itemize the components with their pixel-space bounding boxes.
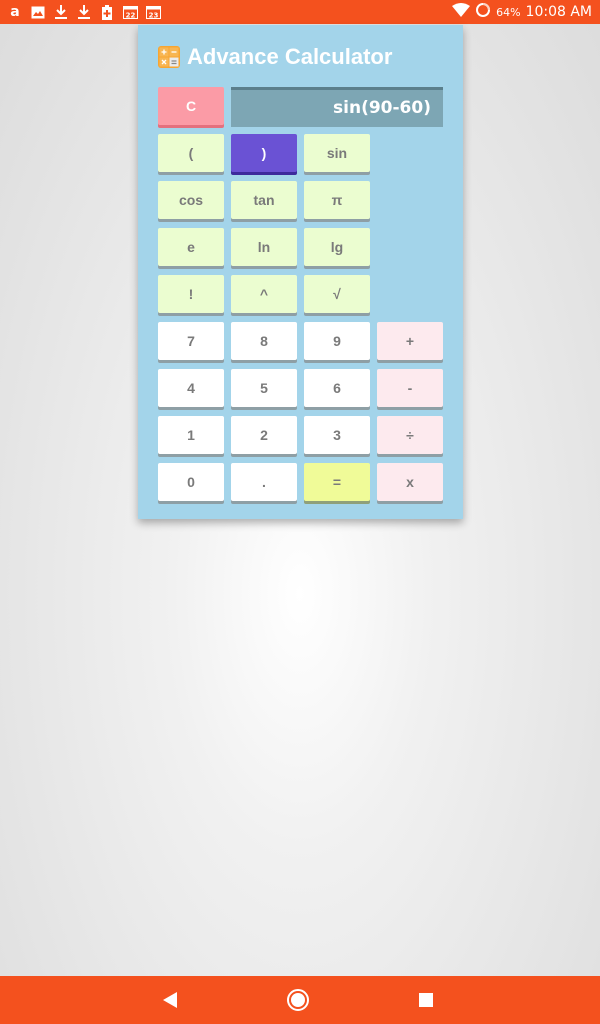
expression-display: sin(90-60) — [231, 87, 443, 127]
calendar-day-label: 22 — [125, 12, 135, 20]
tan-button[interactable]: tan — [231, 181, 297, 219]
image-icon — [29, 3, 47, 21]
digit-8-button[interactable]: 8 — [231, 322, 297, 360]
back-triangle-icon — [163, 992, 177, 1008]
power-button[interactable]: ^ — [231, 275, 297, 313]
calendar-day-label: 23 — [148, 12, 158, 20]
digit-6-button[interactable]: 6 — [304, 369, 370, 407]
recents-square-icon — [419, 993, 433, 1007]
recent-apps-button[interactable] — [402, 976, 450, 1024]
right-paren-button[interactable]: ) — [231, 134, 297, 172]
equals-button[interactable]: = — [304, 463, 370, 501]
app-title: Advance Calculator — [187, 44, 393, 69]
factorial-button[interactable]: ! — [158, 275, 224, 313]
digit-0-button[interactable]: 0 — [158, 463, 224, 501]
digit-2-button[interactable]: 2 — [231, 416, 297, 454]
cos-button[interactable]: cos — [158, 181, 224, 219]
calculator-app-icon — [158, 46, 180, 68]
left-paren-button[interactable]: ( — [158, 134, 224, 172]
digit-3-button[interactable]: 3 — [304, 416, 370, 454]
home-button[interactable] — [274, 976, 322, 1024]
download-icon — [75, 3, 93, 21]
minus-button[interactable]: - — [377, 369, 443, 407]
digit-4-button[interactable]: 4 — [158, 369, 224, 407]
digit-1-button[interactable]: 1 — [158, 416, 224, 454]
digit-9-button[interactable]: 9 — [304, 322, 370, 360]
digit-7-button[interactable]: 7 — [158, 322, 224, 360]
status-right: 64% 10:08 AM — [452, 0, 592, 24]
calculator-panel: Advance Calculator C sin(90-60) ( ) sin … — [138, 25, 463, 519]
sqrt-button[interactable]: √ — [304, 275, 370, 313]
sin-button[interactable]: sin — [304, 134, 370, 172]
back-button[interactable] — [146, 976, 194, 1024]
pi-button[interactable]: π — [304, 181, 370, 219]
download-icon — [52, 3, 70, 21]
lg-button[interactable]: lg — [304, 228, 370, 266]
navigation-bar — [0, 976, 600, 1024]
plus-button[interactable]: + — [377, 322, 443, 360]
battery-charging-icon — [475, 2, 491, 22]
digit-5-button[interactable]: 5 — [231, 369, 297, 407]
battery-percentage: 64% — [496, 5, 521, 19]
divide-button[interactable]: ÷ — [377, 416, 443, 454]
ln-button[interactable]: ln — [231, 228, 297, 266]
multiply-button[interactable]: x — [377, 463, 443, 501]
status-time: 10:08 AM — [525, 4, 592, 20]
calendar-23-icon: 23 — [144, 3, 162, 21]
decimal-button[interactable]: . — [231, 463, 297, 501]
amazon-icon: a — [10, 4, 20, 20]
home-circle-icon — [287, 989, 309, 1011]
notification-icons: a 22 23 — [0, 3, 162, 21]
e-button[interactable]: e — [158, 228, 224, 266]
status-bar: a 22 23 64% 10:08 AM — [0, 0, 600, 24]
battery-saver-icon — [98, 3, 116, 21]
calendar-22-icon: 22 — [121, 3, 139, 21]
app-header: Advance Calculator — [158, 43, 392, 71]
clear-button[interactable]: C — [158, 87, 224, 125]
wifi-icon — [452, 3, 471, 21]
